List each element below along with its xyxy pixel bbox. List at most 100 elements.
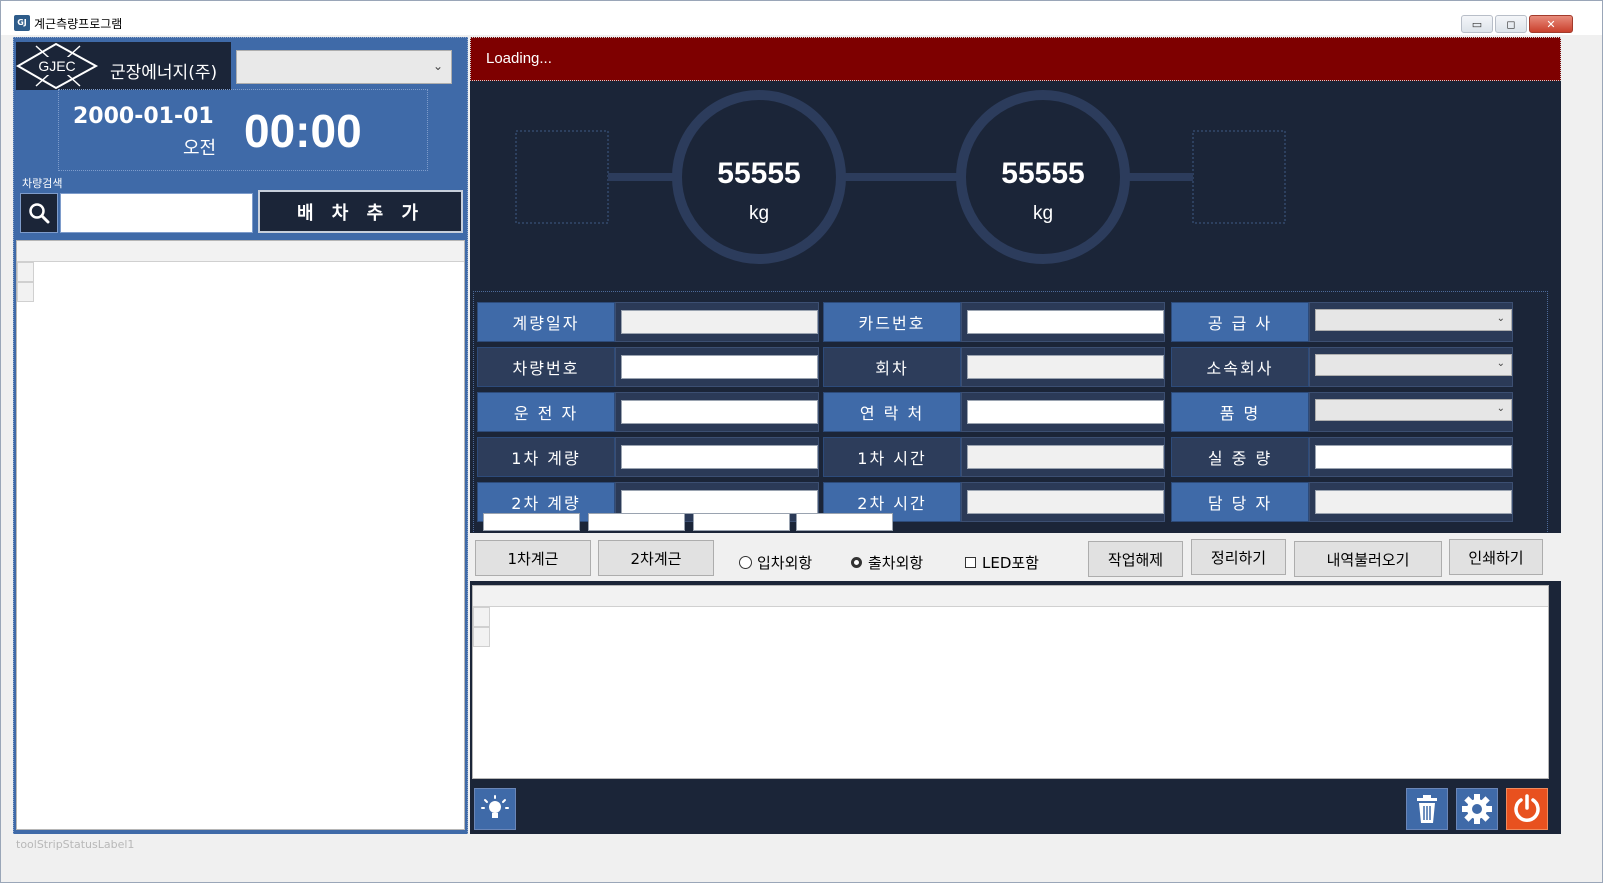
company-logo: GJEC 군장에너지(주) <box>16 42 231 90</box>
label-first-weigh: 1차 계량 <box>477 437 615 477</box>
first-weigh-button[interactable]: 1차계근 <box>475 540 591 576</box>
app-window: GJ 계근측량프로그램 ▭ ◻ ✕ GJEC 군장에너지(주) ⌄ 2000-0… <box>0 0 1603 883</box>
print-button[interactable]: 인쇄하기 <box>1449 539 1543 575</box>
current-time: 00:00 <box>244 105 362 157</box>
trash-icon <box>1417 795 1437 823</box>
label-card-no: 카드번호 <box>823 302 961 342</box>
am-pm: 오전 <box>183 138 217 159</box>
contact-input[interactable] <box>967 400 1164 424</box>
driver-box <box>615 392 819 432</box>
round-box <box>961 347 1165 387</box>
delete-button[interactable] <box>1406 788 1448 830</box>
first-weigh-box <box>615 437 819 477</box>
net-weight-box <box>1309 437 1513 477</box>
product-select[interactable]: ⌄ <box>1315 399 1512 421</box>
led-include-checkbox[interactable]: LED포함 <box>965 552 1039 573</box>
grid-row-header <box>473 627 490 647</box>
datetime-panel: 2000-01-01 오전 00:00 <box>58 89 428 171</box>
add-dispatch-button[interactable]: 배 차 추 가 <box>258 190 463 233</box>
out-exclude-radio[interactable]: 출차외항 <box>851 552 923 573</box>
label-first-time: 1차 시간 <box>823 437 961 477</box>
label-contact: 연 락 처 <box>823 392 961 432</box>
status-bar: toolStripStatusLabel1 <box>1 834 1602 882</box>
chevron-down-icon: ⌄ <box>1496 403 1505 414</box>
grid-row-header <box>17 262 34 282</box>
chevron-down-icon: ⌄ <box>432 59 443 73</box>
first-time-input[interactable] <box>967 445 1164 469</box>
left-sensor-box <box>515 130 609 224</box>
scale-1-value: 55555 <box>717 157 801 190</box>
history-grid[interactable] <box>472 585 1549 779</box>
gear-icon <box>1462 794 1492 824</box>
vehicle-no-input[interactable] <box>621 355 818 379</box>
contact-box <box>961 392 1165 432</box>
left-panel: GJEC 군장에너지(주) ⌄ 2000-01-01 오전 00:00 차량검색… <box>13 37 468 854</box>
right-sensor-box <box>1192 130 1286 224</box>
lightbulb-icon <box>481 795 509 818</box>
maximize-button[interactable]: ◻ <box>1495 15 1527 33</box>
net-weight-input[interactable] <box>1315 445 1512 469</box>
label-driver: 운 전 자 <box>477 392 615 432</box>
driver-input[interactable] <box>621 400 818 424</box>
app-icon: GJ <box>14 15 30 31</box>
right-margin <box>1561 37 1565 834</box>
round-input[interactable] <box>967 355 1164 379</box>
close-button[interactable]: ✕ <box>1529 15 1573 33</box>
label-product: 품 명 <box>1171 392 1309 432</box>
chevron-down-icon: ⌄ <box>1496 358 1505 369</box>
company-select[interactable]: ⌄ <box>236 50 452 84</box>
out-exclude-label: 출차외항 <box>868 554 924 572</box>
search-icon <box>29 203 50 224</box>
title-bar: GJ 계근측량프로그램 ▭ ◻ ✕ <box>1 1 1602 35</box>
weigh-date-input[interactable] <box>621 310 818 334</box>
supplier-select[interactable]: ⌄ <box>1315 309 1512 331</box>
bottom-toolbar <box>470 780 1561 834</box>
grid-header <box>17 241 464 262</box>
second-weigh-input[interactable] <box>621 490 818 514</box>
in-exclude-radio[interactable]: 입차외항 <box>740 552 812 573</box>
weigh-date-box <box>615 302 819 342</box>
logo-mark-text: GJEC <box>38 58 75 74</box>
manager-box <box>1309 482 1513 522</box>
vehicle-grid[interactable] <box>16 240 465 830</box>
checkbox-icon <box>965 557 976 568</box>
loading-text: Loading... <box>486 50 552 67</box>
first-weigh-input[interactable] <box>621 445 818 469</box>
light-button[interactable] <box>474 788 516 830</box>
minimize-button[interactable]: ▭ <box>1461 15 1493 33</box>
second-time-input[interactable] <box>967 490 1164 514</box>
cleanup-button[interactable]: 정리하기 <box>1191 539 1286 575</box>
gjec-logo-icon: GJEC <box>16 42 99 90</box>
label-weigh-date: 계량일자 <box>477 302 615 342</box>
grid-header <box>473 586 1548 607</box>
mini-input-2[interactable] <box>588 513 685 531</box>
scale-1-unit: kg <box>748 203 770 224</box>
second-time-box <box>961 482 1165 522</box>
card-no-input[interactable] <box>967 310 1164 334</box>
status-label: toolStripStatusLabel1 <box>16 838 135 851</box>
second-weigh-button[interactable]: 2차계근 <box>598 540 714 576</box>
vehicle-search-input[interactable] <box>60 193 253 233</box>
mini-input-4[interactable] <box>796 513 893 531</box>
radio-icon <box>740 557 751 568</box>
vehicle-no-box <box>615 347 819 387</box>
affiliate-box: ⌄ <box>1309 347 1513 387</box>
card-no-box <box>961 302 1165 342</box>
scale-2-unit: kg <box>1032 203 1054 224</box>
affiliate-select[interactable]: ⌄ <box>1315 354 1512 376</box>
mini-input-3[interactable] <box>693 513 790 531</box>
release-job-button[interactable]: 작업해제 <box>1088 541 1183 577</box>
settings-button[interactable] <box>1456 788 1498 830</box>
grid-row-header <box>473 607 490 627</box>
load-history-button[interactable]: 내역불러오기 <box>1294 541 1442 577</box>
company-name: 군장에너지(주) <box>110 63 218 83</box>
vehicle-search-label: 차량검색 <box>22 177 63 190</box>
chevron-down-icon: ⌄ <box>1496 313 1505 324</box>
label-affiliate: 소속회사 <box>1171 347 1309 387</box>
search-button[interactable] <box>20 193 58 233</box>
window-title: 계근측량프로그램 <box>34 17 123 31</box>
manager-input[interactable] <box>1315 490 1512 514</box>
mini-input-1[interactable] <box>483 513 580 531</box>
first-time-box <box>961 437 1165 477</box>
power-button[interactable] <box>1506 788 1548 830</box>
